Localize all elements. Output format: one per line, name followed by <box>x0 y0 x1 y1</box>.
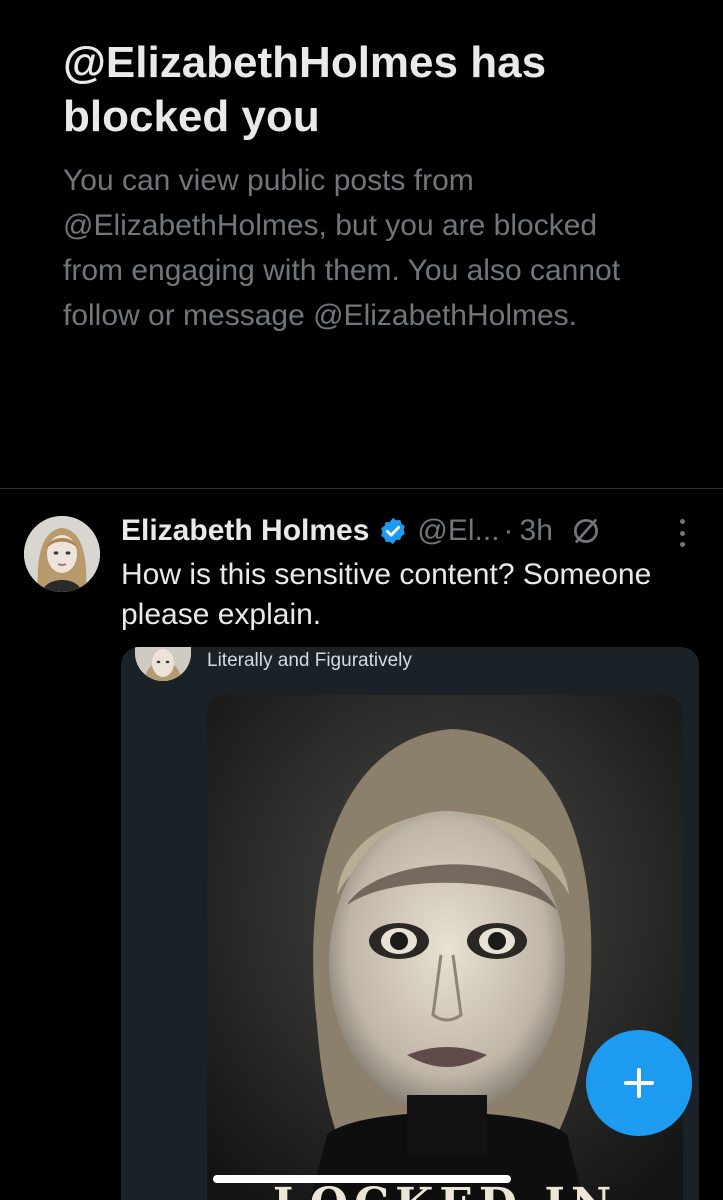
timestamp[interactable]: 3h <box>520 514 553 548</box>
display-name[interactable]: Elizabeth Holmes <box>121 514 369 548</box>
verified-badge-icon <box>378 516 408 546</box>
blocked-title: @ElizabethHolmes has blocked you <box>63 38 547 141</box>
blocked-banner: @ElizabethHolmes has blocked you You can… <box>63 36 663 338</box>
home-indicator[interactable] <box>213 1175 511 1183</box>
sensitive-content-icon <box>571 516 601 546</box>
compose-button[interactable] <box>586 1030 692 1136</box>
more-options-icon[interactable] <box>672 519 692 547</box>
plus-icon <box>624 1068 654 1098</box>
media-caption: Literally and Figuratively <box>207 650 412 671</box>
media-avatar <box>135 647 191 681</box>
avatar-image <box>24 516 100 592</box>
blocked-description: You can view public posts from @Elizabet… <box>63 164 621 332</box>
handle[interactable]: @El... <box>417 514 499 548</box>
post-text: How is this sensitive content? Someone p… <box>121 558 652 631</box>
post-header: Elizabeth Holmes @El... · 3h <box>121 511 681 551</box>
avatar[interactable] <box>24 516 100 592</box>
separator-dot: · <box>503 514 514 547</box>
